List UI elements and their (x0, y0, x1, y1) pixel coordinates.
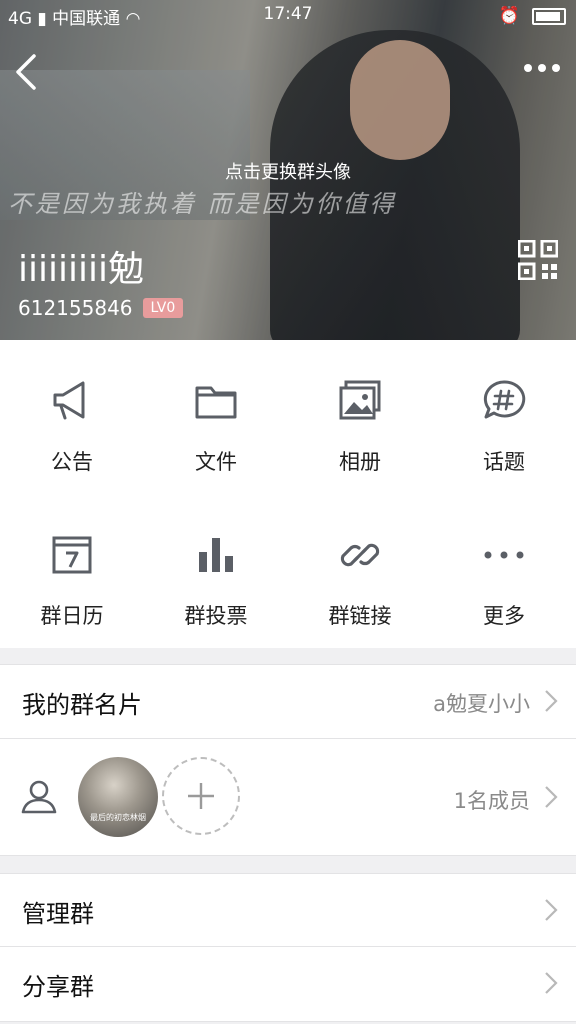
members-icon (21, 780, 57, 814)
level-badge: LV0 (142, 298, 184, 318)
group-name: iiiiiiiii勉 (18, 249, 145, 290)
qr-code-icon[interactable] (518, 240, 558, 280)
bar-chart-icon (199, 538, 233, 572)
photo-album-icon (339, 380, 381, 420)
my-group-card-row[interactable]: 我的群名片 a勉夏小小 (0, 665, 576, 738)
more-options-icon[interactable] (522, 60, 562, 76)
feature-grid: 公告 文件 相册 话题 群日历 群投票 群链接 更多 (0, 340, 576, 648)
banner-calligraphy-text: 不是因为我执着 而是因为你值得 (8, 190, 397, 218)
feature-album[interactable]: 相册 (288, 340, 432, 494)
more-dots-icon (484, 551, 524, 559)
status-right: ⏰ (499, 6, 566, 26)
feature-link[interactable]: 群链接 (288, 494, 432, 648)
feature-calendar[interactable]: 群日历 (0, 494, 144, 648)
hashtag-bubble-icon (483, 380, 526, 419)
change-avatar-hint[interactable]: 点击更换群头像 (0, 158, 576, 184)
status-time: 17:47 (263, 4, 313, 24)
feature-topics[interactable]: 话题 (432, 340, 576, 494)
folder-icon (195, 386, 237, 419)
feature-files[interactable]: 文件 (144, 340, 288, 494)
feature-label: 群日历 (40, 604, 104, 628)
feature-more[interactable]: 更多 (432, 494, 576, 648)
calendar-icon (52, 536, 92, 574)
feature-label: 文件 (195, 450, 237, 474)
feature-label: 话题 (483, 450, 525, 474)
feature-label: 更多 (483, 604, 525, 628)
alarm-icon: ⏰ (498, 6, 520, 26)
plus-icon (188, 783, 214, 809)
my-group-card-title: 我的群名片 (22, 691, 142, 719)
megaphone-icon (53, 381, 85, 420)
link-icon (340, 543, 380, 567)
back-icon[interactable] (12, 52, 42, 92)
chevron-right-icon (545, 690, 558, 712)
group-id-row: 612155846 LV0 (18, 296, 184, 320)
group-header-banner[interactable]: 4G ▮ 中国联通 ◠ 17:47 ⏰ 点击更换群头像 不是因为我执着 而是因为… (0, 0, 576, 340)
feature-vote[interactable]: 群投票 (144, 494, 288, 648)
feature-label: 相册 (339, 450, 381, 474)
feature-label: 群链接 (328, 604, 392, 628)
share-group-title: 分享群 (22, 973, 94, 1001)
my-group-card-value: a勉夏小小 (433, 692, 530, 716)
chevron-right-icon (545, 786, 558, 808)
group-id: 612155846 (18, 296, 133, 320)
share-group-row[interactable]: 分享群 (0, 947, 576, 1021)
battery-icon (532, 7, 566, 25)
feature-announcement[interactable]: 公告 (0, 340, 144, 494)
status-bar: 4G ▮ 中国联通 ◠ 17:47 ⏰ (0, 0, 576, 30)
members-row[interactable]: 最后的初恋林烟 1名成员 (0, 739, 576, 855)
feature-label: 公告 (51, 450, 93, 474)
feature-label: 群投票 (184, 604, 248, 628)
chevron-right-icon (545, 972, 558, 994)
member-avatar[interactable]: 最后的初恋林烟 (78, 757, 158, 837)
manage-group-title: 管理群 (22, 900, 94, 928)
member-avatar-caption: 最后的初恋林烟 (90, 813, 146, 822)
member-count: 1名成员 (453, 789, 530, 813)
manage-group-row[interactable]: 管理群 (0, 874, 576, 946)
chevron-right-icon (545, 899, 558, 921)
add-member-button[interactable] (162, 757, 240, 835)
